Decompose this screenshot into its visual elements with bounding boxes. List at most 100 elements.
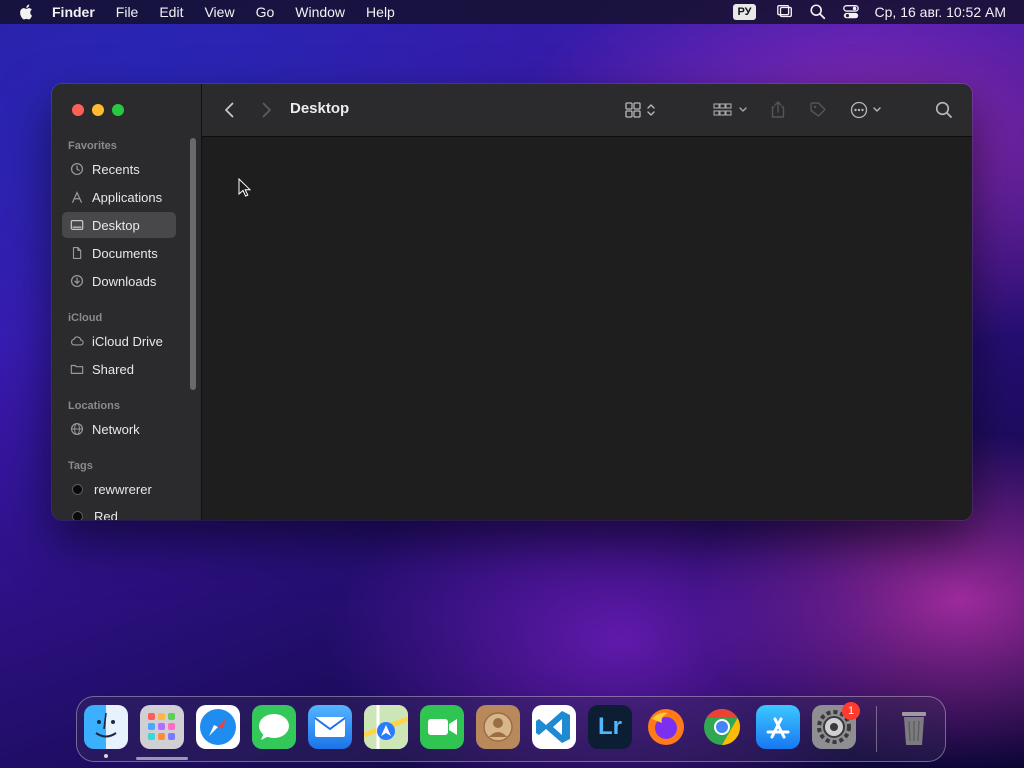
dock-finder-icon[interactable]	[84, 705, 128, 749]
stage-manager-icon[interactable]	[776, 3, 794, 21]
sidebar-section-tags: Tags	[68, 460, 93, 472]
dock-separator	[876, 706, 877, 752]
sidebar-item-label: Desktop	[92, 217, 140, 233]
document-icon	[72, 247, 82, 259]
input-language-badge[interactable]: РУ	[733, 4, 756, 20]
menu-view[interactable]: View	[204, 4, 234, 20]
cloud-icon	[71, 336, 84, 346]
menu-help[interactable]: Help	[366, 4, 395, 20]
sidebar-item-applications[interactable]: Applications	[62, 184, 176, 210]
sidebar-item-recents[interactable]: Recents	[62, 156, 176, 182]
finder-toolbar: Desktop	[202, 84, 972, 137]
lightroom-label: Lr	[598, 713, 622, 740]
menu-go[interactable]: Go	[256, 4, 275, 20]
shared-folder-icon	[70, 364, 84, 374]
applications-icon	[72, 191, 82, 203]
sidebar-item-label: iCloud Drive	[92, 333, 163, 349]
zoom-window-button[interactable]	[112, 104, 124, 116]
sidebar-item-network[interactable]: Network	[62, 416, 176, 442]
speech-bubble-icon	[259, 714, 289, 740]
share-icon[interactable]	[768, 100, 788, 120]
sidebar-scrollbar[interactable]	[190, 138, 196, 390]
sidebar-item-label: rewwrerer	[94, 481, 152, 497]
sidebar-section-locations: Locations	[68, 400, 120, 412]
dock-facetime-icon[interactable]	[420, 705, 464, 749]
sidebar-item-shared[interactable]: Shared	[62, 356, 176, 382]
finder-sidebar: Favorites Recents Applications Desktop D…	[52, 84, 202, 520]
menu-bar-clock[interactable]: Ср, 16 авг. 10:52 AM	[875, 4, 1006, 20]
globe-icon	[71, 423, 83, 435]
sidebar-section-favorites: Favorites	[68, 140, 117, 152]
back-chevron-icon[interactable]	[220, 100, 240, 120]
menu-file[interactable]: File	[116, 4, 139, 20]
dock: Lr 1	[76, 696, 946, 762]
mouse-pointer-icon	[238, 178, 252, 197]
sidebar-item-label: Shared	[92, 361, 134, 377]
app-store-logo-icon	[766, 717, 790, 739]
window-controls	[72, 104, 132, 116]
dock-mail-icon[interactable]	[308, 705, 352, 749]
chrome-logo-icon	[704, 709, 741, 745]
download-icon	[70, 274, 84, 288]
finder-running-indicator	[104, 754, 108, 758]
tag-color-dot	[72, 483, 83, 495]
sidebar-item-icloud-drive[interactable]: iCloud Drive	[62, 328, 176, 354]
clock-icon	[70, 162, 84, 176]
sidebar-item-label: Documents	[92, 245, 158, 261]
dock-trash-icon[interactable]	[892, 705, 936, 749]
dock-vscode-icon[interactable]	[532, 705, 576, 749]
sidebar-tag-rewwrerer[interactable]: rewwrerer	[62, 476, 176, 502]
window-title: Desktop	[290, 100, 350, 117]
trash-icon	[902, 712, 926, 745]
sidebar-tag-red[interactable]: Red	[62, 503, 176, 520]
envelope-icon	[314, 717, 346, 737]
desktop-icon	[70, 220, 84, 230]
more-actions-icon[interactable]	[848, 100, 888, 120]
person-icon	[483, 712, 513, 742]
sidebar-item-label: Network	[92, 421, 140, 437]
tag-color-dot	[72, 510, 83, 520]
view-mode-grid-icon[interactable]	[624, 100, 660, 120]
dock-messages-icon[interactable]	[252, 705, 296, 749]
dock-drag-indicator	[136, 757, 188, 760]
compass-icon	[200, 709, 236, 745]
tag-icon[interactable]	[808, 100, 828, 120]
notification-badge: 1	[842, 702, 860, 720]
dock-lightroom-icon[interactable]: Lr	[588, 705, 632, 749]
menu-window[interactable]: Window	[295, 4, 345, 20]
sidebar-item-label: Recents	[92, 161, 140, 177]
launchpad-grid-icon	[148, 713, 175, 740]
dock-launchpad-icon[interactable]	[140, 705, 184, 749]
menu-bar: Finder File Edit View Go Window Help РУ …	[0, 0, 1024, 24]
sidebar-item-label: Downloads	[92, 273, 157, 289]
apple-menu-icon[interactable]	[18, 3, 36, 21]
sidebar-item-desktop[interactable]: Desktop	[62, 212, 176, 238]
dock-firefox-icon[interactable]	[644, 705, 688, 749]
dock-maps-icon[interactable]	[364, 705, 408, 749]
finder-face-icon	[95, 712, 117, 738]
sidebar-item-downloads[interactable]: Downloads	[62, 268, 176, 294]
spotlight-search-icon[interactable]	[809, 3, 827, 21]
sidebar-item-label: Red	[94, 508, 118, 521]
sidebar-item-documents[interactable]: Documents	[62, 240, 176, 266]
control-center-icon[interactable]	[842, 3, 860, 21]
sidebar-section-icloud: iCloud	[68, 312, 103, 324]
map-icon	[364, 705, 408, 749]
close-window-button[interactable]	[72, 104, 84, 116]
search-icon[interactable]	[934, 100, 954, 120]
video-camera-icon	[428, 719, 457, 735]
forward-chevron-icon[interactable]	[256, 100, 276, 120]
dock-app-store-icon[interactable]	[756, 705, 800, 749]
menu-edit[interactable]: Edit	[159, 4, 183, 20]
vscode-logo-icon	[536, 711, 570, 743]
dock-chrome-icon[interactable]	[700, 705, 744, 749]
finder-content-area[interactable]	[202, 137, 972, 520]
dock-safari-icon[interactable]	[196, 705, 240, 749]
minimize-window-button[interactable]	[92, 104, 104, 116]
menu-app-finder[interactable]: Finder	[52, 4, 95, 20]
firefox-logo-icon	[648, 709, 684, 745]
menu-bar-status-area: РУ Ср, 16 авг. 10:52 AM	[733, 0, 1006, 24]
dock-contacts-icon[interactable]	[476, 705, 520, 749]
group-by-icon[interactable]	[712, 100, 752, 120]
finder-window: Favorites Recents Applications Desktop D…	[52, 84, 972, 520]
